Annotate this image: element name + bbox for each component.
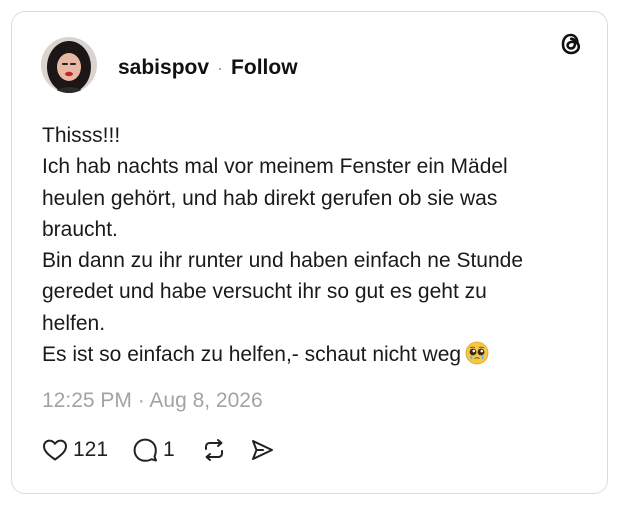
avatar[interactable] [41, 37, 97, 93]
comment-icon [133, 438, 158, 462]
share-button[interactable] [249, 437, 275, 463]
avatar-image [41, 37, 97, 93]
post-text-line-last: Es ist so einfach zu helfen,- schaut nic… [42, 339, 582, 374]
post-text: Thisss!!! Ich hab nachts mal vor meinem … [42, 120, 582, 374]
post-text-line: Es ist so einfach zu helfen,- schaut nic… [42, 343, 462, 367]
like-button[interactable]: 121 [42, 438, 108, 462]
reply-button[interactable]: 1 [132, 437, 175, 463]
post-timestamp: 12:25 PM · Aug 8, 2026 [42, 389, 263, 412]
separator-dot: · [217, 57, 224, 78]
threads-logo-icon[interactable] [556, 29, 586, 59]
follow-button[interactable]: Follow [231, 56, 298, 80]
post-text-line: Ich hab nachts mal vor meinem Fenster ei… [42, 155, 508, 179]
post-text-line: braucht. [42, 217, 118, 241]
send-icon [251, 440, 273, 460]
post-text-line: heulen gehört, und hab direkt gerufen ob… [42, 186, 498, 210]
repost-button[interactable] [201, 437, 227, 463]
author-row: sabispov · Follow [118, 56, 298, 80]
heart-icon [43, 439, 67, 461]
username[interactable]: sabispov [118, 56, 209, 80]
post-text-line: Bin dann zu ihr runter und haben einfach… [42, 249, 524, 273]
action-bar: 121 1 [42, 437, 275, 463]
post-text-line: Thisss!!! [42, 124, 121, 147]
post-text-line: geredet und habe versucht ihr so gut es … [42, 280, 487, 304]
like-count: 121 [73, 438, 109, 461]
repost-icon [204, 439, 223, 461]
pleading-face-emoji [465, 341, 489, 374]
reply-count: 1 [163, 438, 175, 461]
post-text-line: helfen. [42, 311, 106, 335]
